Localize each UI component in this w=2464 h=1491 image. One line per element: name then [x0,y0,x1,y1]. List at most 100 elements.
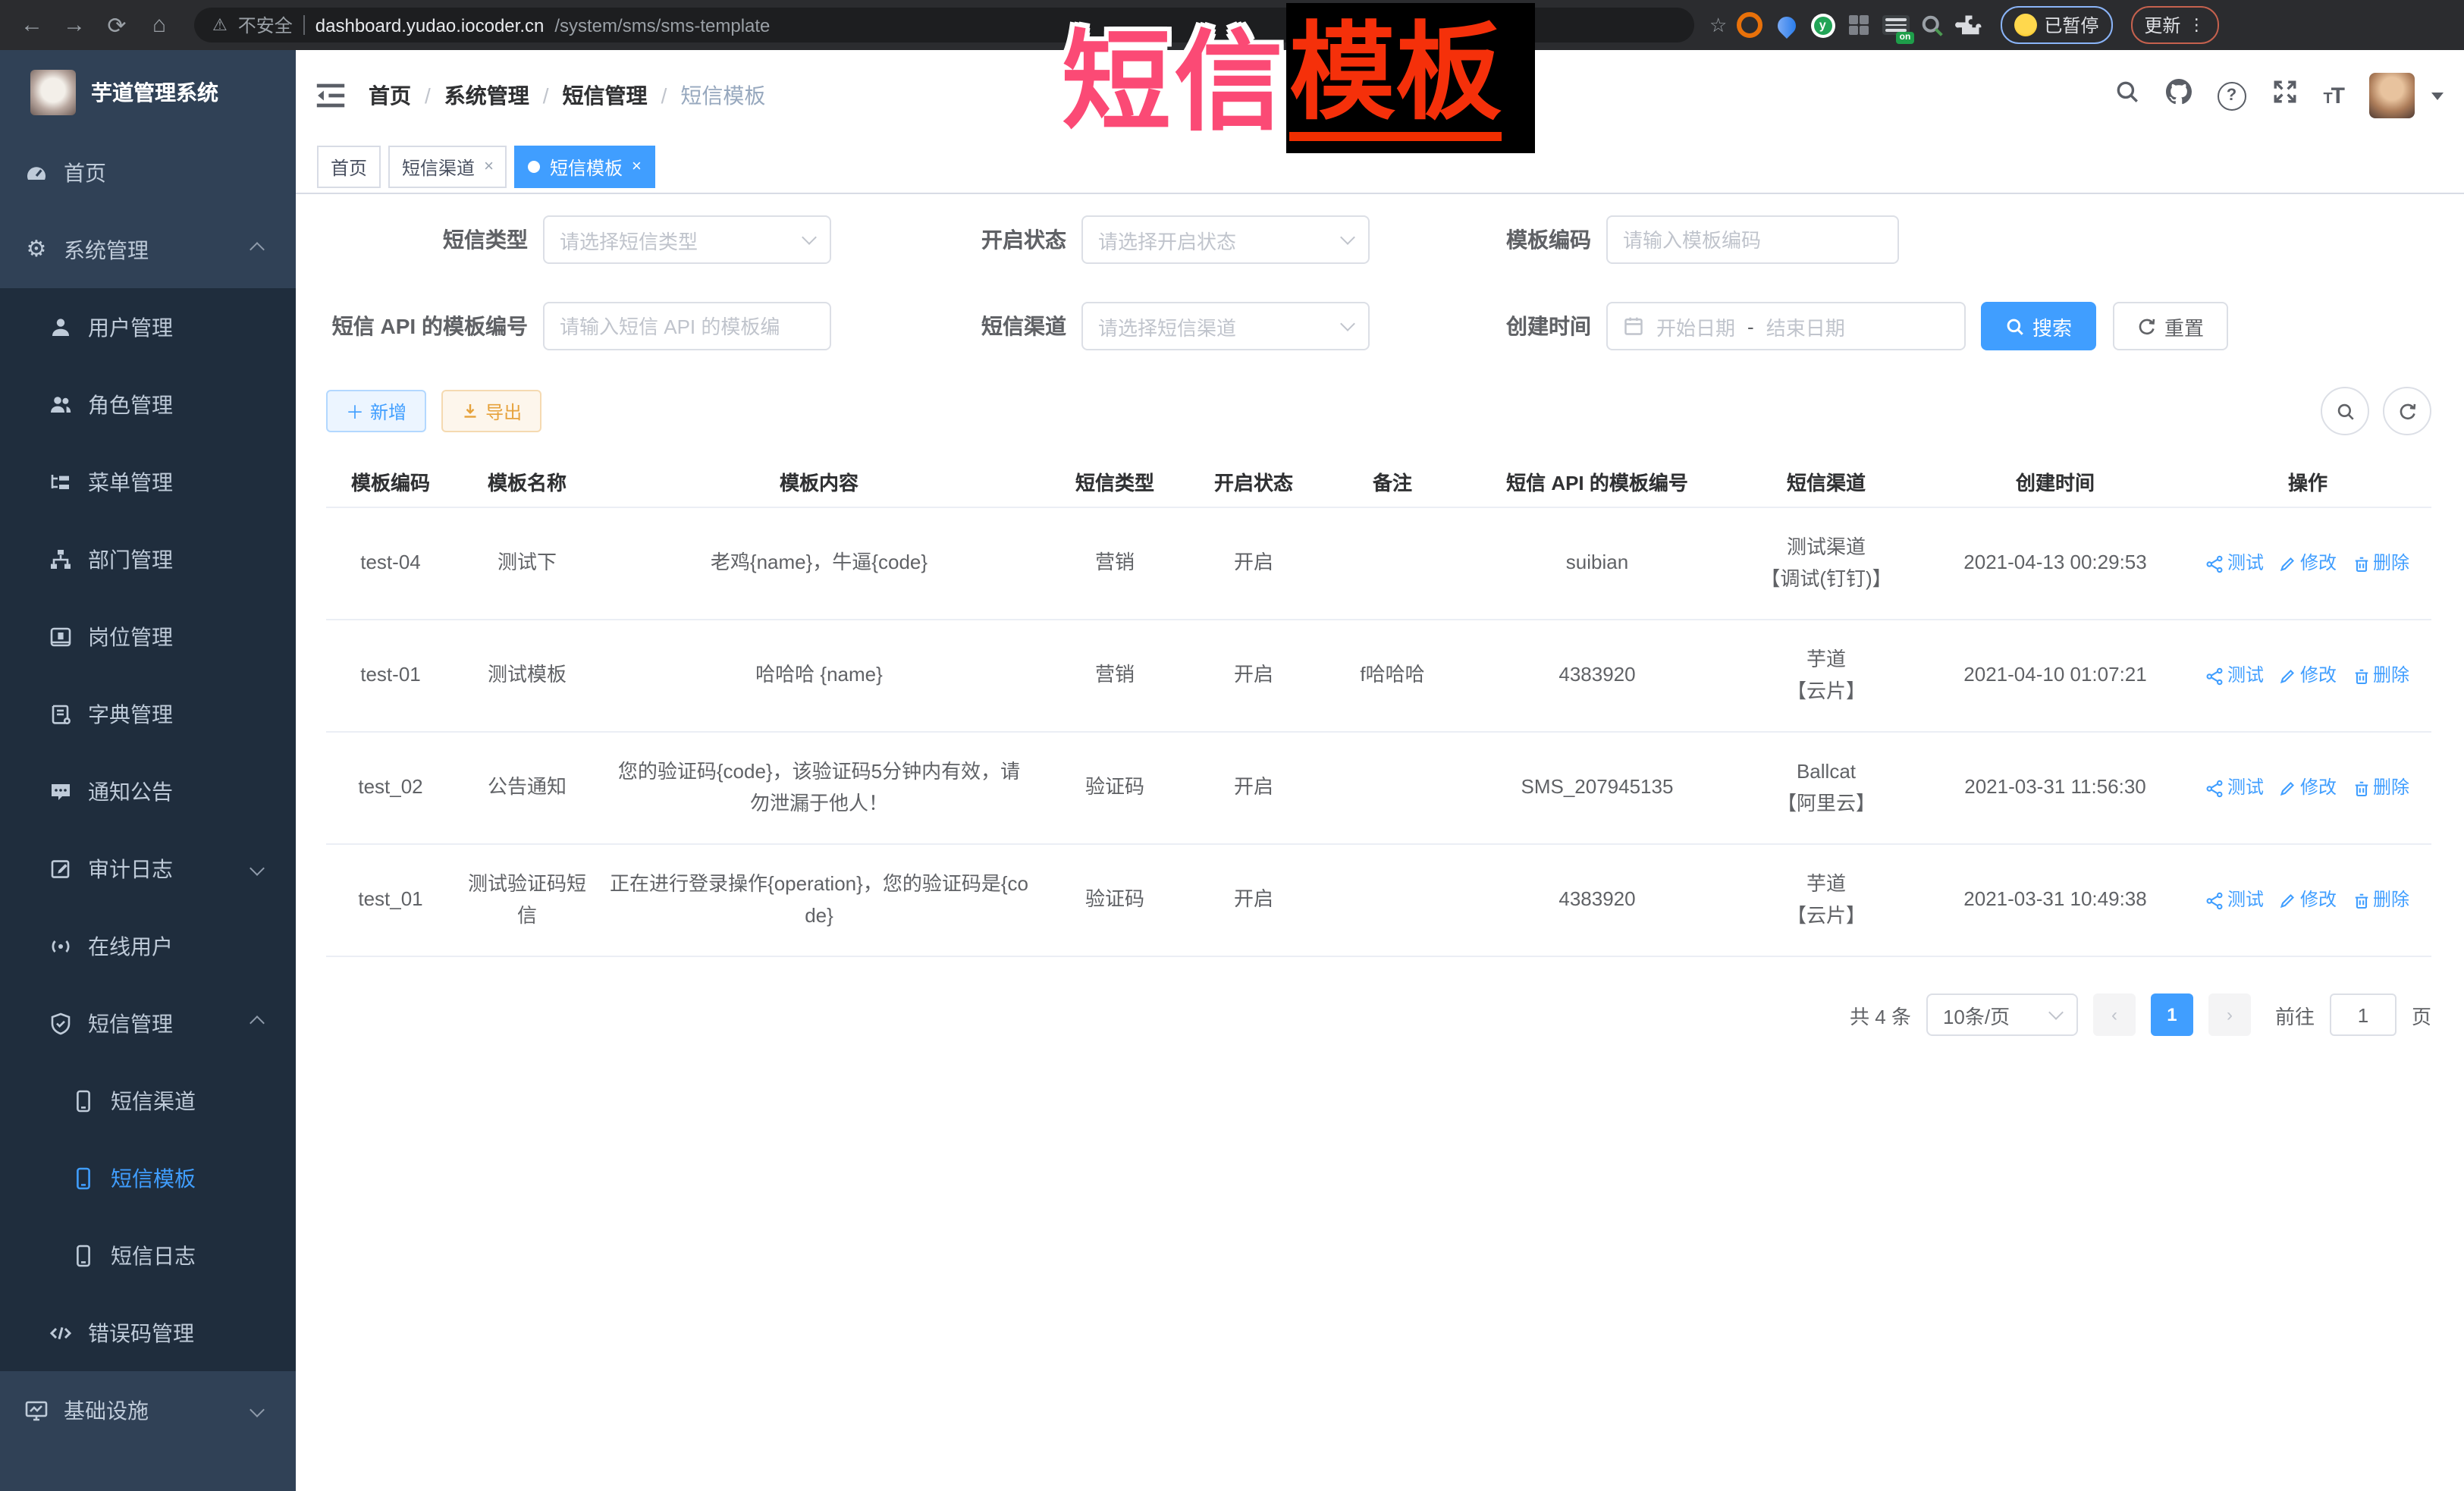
header-search-icon[interactable] [2114,79,2139,112]
sidebar-item-sms-template[interactable]: 短信模板 [0,1139,296,1216]
sidebar-item-roles[interactable]: 角色管理 [0,366,296,443]
test-label: 测试 [2227,774,2264,802]
sidebar-item-positions[interactable]: 岗位管理 [0,598,296,675]
extension-y-icon[interactable]: y [1809,11,1836,39]
sidebar-item-label: 短信渠道 [111,1085,196,1116]
sms-channel-label: 短信渠道 [831,311,1081,341]
extensions-puzzle-icon[interactable] [1954,11,1982,39]
delete-link[interactable]: 删除 [2352,886,2409,915]
page-1-button[interactable]: 1 [2151,993,2193,1036]
edit-label: 修改 [2300,661,2337,690]
sidebar-item-sms-log[interactable]: 短信日志 [0,1216,296,1294]
browser-home-icon[interactable]: ⌂ [143,8,176,42]
extension-grid-icon[interactable] [1845,11,1872,39]
sidebar-item-home[interactable]: 首页 [0,133,296,211]
create-time-range-picker[interactable]: 开始日期 - 结束日期 [1606,302,1966,350]
sidebar-item-menus[interactable]: 菜单管理 [0,443,296,520]
font-size-icon[interactable]: TT [2323,83,2343,108]
sidebar-item-label: 审计日志 [88,853,173,884]
next-page-button[interactable]: › [2208,993,2251,1036]
test-link[interactable]: 测试 [2206,774,2264,802]
extension-pin-icon[interactable] [1772,11,1800,39]
test-link[interactable]: 测试 [2206,886,2264,915]
extension-list-icon[interactable]: on [1882,11,1909,39]
enable-status-select[interactable]: 请选择开启状态 [1081,215,1370,264]
cell-channel: 测试渠道 【调试(钉钉)】 [1726,507,1926,620]
browser-update-button[interactable]: 更新 ⋮ [2130,6,2218,44]
tab-sms-channel[interactable]: 短信渠道 × [388,146,507,188]
close-icon[interactable]: × [632,158,642,176]
browser-forward-icon[interactable]: → [58,8,91,42]
app-logo-row[interactable]: 芋道管理系统 [0,50,296,133]
table-row: test_01 测试验证码短信 正在进行登录操作{operation}，您的验证… [326,844,2431,956]
extension-ring-icon[interactable] [1736,11,1763,39]
avatar-caret-icon[interactable] [2431,92,2444,99]
bookmark-star-icon[interactable]: ☆ [1709,13,1727,37]
user-avatar[interactable] [2369,73,2415,118]
fullscreen-icon[interactable] [2271,79,2297,112]
sidebar-item-system[interactable]: ⚙ 系统管理 [0,211,296,288]
toggle-search-button[interactable] [2321,387,2369,435]
export-button[interactable]: 导出 [441,390,541,432]
sidebar-item-label: 错误码管理 [88,1317,194,1348]
search-button[interactable]: 搜索 [1981,302,2096,350]
goto-page-input[interactable] [2330,993,2397,1036]
prev-page-button[interactable]: ‹ [2093,993,2136,1036]
sidebar-item-audit-log[interactable]: 审计日志 [0,830,296,907]
template-code-input[interactable] [1606,215,1899,264]
api-template-id-input[interactable] [543,302,831,350]
browser-reload-icon[interactable]: ⟳ [100,8,133,42]
sidebar-item-sms[interactable]: 短信管理 [0,984,296,1062]
tab-home[interactable]: 首页 [317,146,381,188]
reset-button[interactable]: 重置 [2113,302,2228,350]
help-icon[interactable]: ? [2217,81,2246,110]
close-icon[interactable]: × [484,158,494,176]
breadcrumb-system[interactable]: 系统管理 [444,80,529,111]
test-link[interactable]: 测试 [2206,549,2264,578]
breadcrumb-home[interactable]: 首页 [369,80,411,111]
sidebar-item-sms-channel[interactable]: 短信渠道 [0,1062,296,1139]
add-button[interactable]: ＋ 新增 [326,390,426,432]
sidebar-item-announcements[interactable]: 通知公告 [0,752,296,830]
start-date-placeholder[interactable]: 开始日期 [1656,312,1735,341]
edit-link[interactable]: 修改 [2279,549,2337,578]
url-host[interactable]: dashboard.yudao.iocoder.cn [315,14,545,36]
dictionary-icon [49,702,73,726]
delete-link[interactable]: 删除 [2352,661,2409,690]
delete-link[interactable]: 删除 [2352,549,2409,578]
sidebar-collapse-icon[interactable] [311,76,350,115]
sidebar-item-users[interactable]: 用户管理 [0,288,296,366]
not-secure-warning-icon: ⚠ [212,15,228,35]
end-date-placeholder[interactable]: 结束日期 [1766,312,1845,341]
address-bar[interactable]: ⚠ 不安全 dashboard.yudao.iocoder.cn/system/… [194,8,1694,42]
sidebar-item-dictionary[interactable]: 字典管理 [0,675,296,752]
tab-sms-template[interactable]: 短信模板 × [515,146,655,188]
sidebar: 芋道管理系统 首页 ⚙ 系统管理 用户管理 [0,50,296,1491]
update-label: 更新 [2144,12,2180,38]
sidebar-item-online-users[interactable]: 在线用户 [0,907,296,984]
sidebar-item-departments[interactable]: 部门管理 [0,520,296,598]
sms-channel-select[interactable]: 请选择短信渠道 [1081,302,1370,350]
edit-link[interactable]: 修改 [2279,886,2337,915]
sidebar-item-label: 岗位管理 [88,621,173,651]
sidebar-item-error-codes[interactable]: 错误码管理 [0,1294,296,1371]
page-size-select[interactable]: 10条/页 [1926,993,2078,1036]
breadcrumb-sms[interactable]: 短信管理 [563,80,648,111]
browser-back-icon[interactable]: ← [15,8,49,42]
delete-link[interactable]: 删除 [2352,774,2409,802]
edit-link[interactable]: 修改 [2279,774,2337,802]
profile-paused-badge[interactable]: 已暂停 [2000,6,2112,44]
chevron-down-icon [802,230,817,245]
cell-api-id: 4383920 [1468,844,1726,956]
edit-link[interactable]: 修改 [2279,661,2337,690]
sidebar-item-infrastructure[interactable]: 基础设施 [0,1371,296,1449]
extension-magnifier-icon[interactable] [1918,11,1945,39]
sms-type-select[interactable]: 请选择短信类型 [543,215,831,264]
browser-menu-icon[interactable]: ⋮ [2188,15,2205,35]
channel-tag: 【阿里云】 [1735,788,1917,818]
refresh-table-button[interactable] [2383,387,2431,435]
not-secure-label[interactable]: 不安全 [238,12,293,38]
edit-label: 修改 [2300,886,2337,915]
github-icon[interactable] [2165,79,2191,112]
test-link[interactable]: 测试 [2206,661,2264,690]
